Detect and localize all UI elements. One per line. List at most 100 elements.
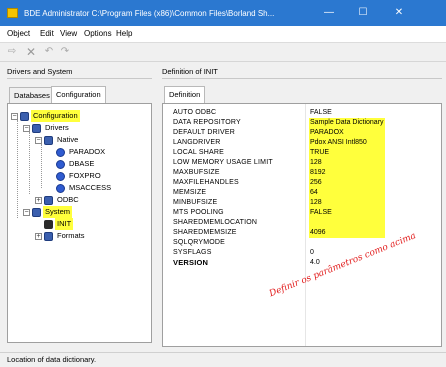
collapse-toggle[interactable]: − [11, 112, 18, 120]
menu-bar: Object Edit View Options Help [0, 26, 446, 43]
property-name: SHAREDMEMSIZE [173, 229, 237, 236]
collapse-toggle[interactable]: − [23, 124, 30, 132]
menu-object[interactable]: Object [7, 28, 30, 40]
property-value[interactable]: 256 [307, 178, 322, 188]
right-pane-header: Definition of INIT [162, 66, 442, 79]
tree-node-label: ODBC [57, 195, 79, 204]
tree-node-paradox[interactable]: PARADOX [56, 146, 107, 158]
menu-view[interactable]: View [60, 28, 77, 40]
folder-icon [20, 111, 29, 121]
expand-toggle[interactable]: + [35, 196, 42, 204]
property-name: SYSFLAGS [173, 249, 212, 256]
property-row[interactable]: SHAREDMEMLOCATION [163, 218, 441, 228]
tree-node-configuration[interactable]: − Configuration [11, 110, 80, 122]
property-value[interactable]: 128 [307, 158, 322, 168]
property-row[interactable]: MINBUFSIZE 128 [163, 198, 441, 208]
maximize-button[interactable]: ☐ [346, 0, 380, 26]
tab-databases[interactable]: Databases [9, 87, 55, 103]
right-tab-row: Definition [162, 86, 442, 103]
status-bar: Location of data dictionary. [0, 352, 446, 367]
property-value[interactable]: 128 [307, 198, 322, 208]
tree-node-label: Formats [57, 231, 85, 240]
folder-icon [32, 123, 41, 133]
property-name: AUTO ODBC [173, 109, 217, 116]
property-value[interactable] [307, 238, 310, 248]
property-value[interactable]: 8192 [307, 168, 326, 178]
tree-node-label: DBASE [69, 159, 95, 168]
tree-node-dbase[interactable]: DBASE [56, 158, 96, 170]
tree-connector [29, 132, 30, 194]
title-bar: BDE Administrator C:\Program Files (x86)… [0, 0, 446, 26]
tree-node-msaccess[interactable]: MSACCESS [56, 182, 113, 194]
property-row[interactable]: LANGDRIVER Pdox ANSI Intl850 [163, 138, 441, 148]
property-name: MTS POOLING [173, 209, 224, 216]
tree-node-formats[interactable]: + Formats [35, 230, 87, 242]
tree-connector [17, 120, 18, 218]
delete-icon[interactable]: ✕ [24, 45, 38, 59]
property-name: LOW MEMORY USAGE LIMIT [173, 159, 273, 166]
menu-options[interactable]: Options [84, 28, 112, 40]
property-value[interactable]: Pdox ANSI Intl850 [307, 138, 367, 148]
database-icon [56, 171, 65, 181]
property-value[interactable]: TRUE [307, 148, 329, 158]
tree-node-label: Native [57, 135, 79, 144]
tree-node-native[interactable]: − Native [35, 134, 80, 146]
tree-node-label: FOXPRO [69, 171, 101, 180]
property-row[interactable]: DATA REPOSITORY Sample Data Dictionary [163, 118, 441, 128]
expand-toggle[interactable]: + [35, 232, 42, 240]
toolbar: ⇨ ✕ ↶ ↷ [0, 43, 446, 62]
property-value[interactable]: FALSE [307, 108, 332, 118]
property-name: LANGDRIVER [173, 139, 221, 146]
property-row[interactable]: VERSION 4.0 [163, 258, 441, 268]
left-tab-row: Databases Configuration [7, 86, 152, 103]
tree-node-foxpro[interactable]: FOXPRO [56, 170, 103, 182]
settings-file-icon [44, 219, 53, 229]
property-row[interactable]: MTS POOLING FALSE [163, 208, 441, 218]
tree-node-drivers[interactable]: − Drivers [23, 122, 71, 134]
property-name: LOCAL SHARE [173, 149, 224, 156]
tree-node-odbc[interactable]: + ODBC [35, 194, 81, 206]
property-row[interactable]: MEMSIZE 64 [163, 188, 441, 198]
property-value[interactable]: Sample Data Dictionary [307, 118, 384, 128]
collapse-toggle[interactable]: − [23, 208, 30, 216]
collapse-toggle[interactable]: − [35, 136, 42, 144]
tree-node-label: System [43, 206, 73, 218]
property-value[interactable] [307, 218, 310, 228]
property-name: MAXBUFSIZE [173, 169, 220, 176]
property-row[interactable]: MAXBUFSIZE 8192 [163, 168, 441, 178]
property-value[interactable]: 4096 [307, 228, 326, 238]
tree-node-system[interactable]: − System [23, 206, 73, 218]
menu-edit[interactable]: Edit [40, 28, 54, 40]
database-icon [56, 147, 65, 157]
property-value[interactable]: 64 [307, 188, 318, 198]
folder-icon [32, 207, 41, 217]
property-row[interactable]: LOW MEMORY USAGE LIMIT 128 [163, 158, 441, 168]
undo-icon[interactable]: ↶ [42, 45, 56, 59]
tab-definition[interactable]: Definition [164, 86, 206, 103]
close-button[interactable]: ✕ [380, 0, 418, 26]
apply-icon[interactable]: ⇨ [5, 45, 19, 59]
app-icon [7, 8, 18, 18]
property-value[interactable]: 4.0 [307, 258, 320, 268]
menu-help[interactable]: Help [116, 28, 132, 40]
tab-configuration[interactable]: Configuration [51, 86, 106, 103]
redo-icon[interactable]: ↷ [58, 45, 72, 59]
property-row[interactable]: DEFAULT DRIVER PARADOX [163, 128, 441, 138]
property-row[interactable]: AUTO ODBC FALSE [163, 108, 441, 118]
property-value[interactable]: FALSE [307, 208, 332, 218]
left-pane-header: Drivers and System [7, 66, 152, 79]
minimize-button[interactable]: — [312, 0, 346, 26]
property-value[interactable]: PARADOX [307, 128, 344, 138]
tree-node-label: INIT [55, 218, 74, 230]
folder-icon [44, 231, 53, 241]
tree-node-label: MSACCESS [69, 183, 112, 192]
property-row[interactable]: LOCAL SHARE TRUE [163, 148, 441, 158]
property-value[interactable]: 0 [307, 248, 314, 258]
property-name: SQLQRYMODE [173, 239, 226, 246]
tree-node-init[interactable]: INIT [44, 218, 74, 230]
property-name: SHAREDMEMLOCATION [173, 219, 258, 226]
database-icon [56, 159, 65, 169]
folder-icon [44, 135, 53, 145]
tree-node-label: PARADOX [69, 147, 106, 156]
property-row[interactable]: MAXFILEHANDLES 256 [163, 178, 441, 188]
